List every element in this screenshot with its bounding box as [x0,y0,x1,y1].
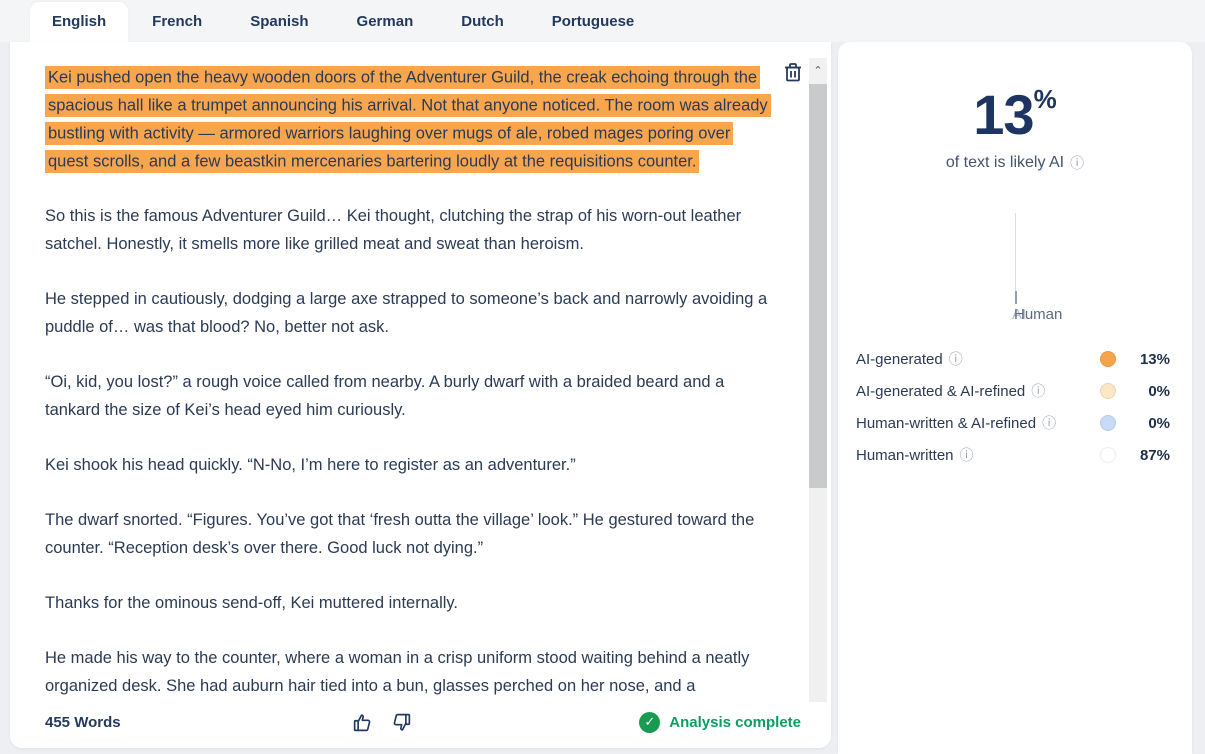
info-icon[interactable]: ⓘ [1070,153,1084,173]
legend-dot-peach [1100,383,1116,399]
scrollbar-up-button[interactable]: ⌃ [809,58,827,82]
legend-label: AI-generated [856,351,943,368]
text-analysis-panel: Kei pushed open the heavy wooden doors o… [10,42,831,748]
info-icon[interactable]: ⓘ [960,445,974,465]
tab-german[interactable]: German [333,2,438,42]
legend-value: 87% [1128,447,1170,464]
legend-row-ai-generated-ai-refined: AI-generated & AI-refined ⓘ 0% [856,375,1170,407]
ai-score-value: 13 [973,83,1033,146]
language-tabbar: English French Spanish German Dutch Port… [0,0,1205,42]
thumbs-up-icon [352,712,373,733]
legend-label: Human-written & AI-refined [856,415,1036,432]
legend-label: AI-generated & AI-refined [856,383,1025,400]
legend-dot-orange [1100,351,1116,367]
thumbs-down-button[interactable] [391,712,412,733]
editor-footer: 455 Words ✓ A [10,702,831,748]
legend-dot-white [1100,447,1116,463]
thumbs-down-icon [391,712,412,733]
info-icon[interactable]: ⓘ [949,349,963,369]
legend-row-human-written-ai-refined: Human-written & AI-refined ⓘ 0% [856,407,1170,439]
thumbs-up-button[interactable] [352,712,373,733]
chevron-up-icon: ⌃ [813,64,822,77]
detection-legend: AI-generated ⓘ 13% AI-generated & AI-ref… [838,343,1192,471]
check-circle-icon: ✓ [639,712,660,733]
tab-english[interactable]: English [30,2,128,42]
info-icon[interactable]: ⓘ [1042,413,1056,433]
scrollbar-thumb[interactable] [809,84,827,488]
ai-score-caption: of text is likely AI [946,154,1064,172]
scale-tick [1015,291,1017,304]
legend-value: 0% [1128,383,1170,400]
paragraph[interactable]: Kei shook his head quickly. “N-No, I’m h… [45,451,775,479]
tab-french[interactable]: French [128,2,226,42]
trash-icon [784,62,802,82]
paragraph[interactable]: Thanks for the ominous send-off, Kei mut… [45,589,775,617]
info-icon[interactable]: ⓘ [1031,381,1045,401]
paragraph-highlighted-ai[interactable]: Kei pushed open the heavy wooden doors o… [45,63,775,175]
legend-row-ai-generated: AI-generated ⓘ 13% [856,343,1170,375]
tab-dutch[interactable]: Dutch [437,2,528,42]
ai-highlight-span[interactable]: Kei pushed open the heavy wooden doors o… [45,66,771,173]
tab-portuguese[interactable]: Portuguese [528,2,659,42]
analyzed-text-area[interactable]: Kei pushed open the heavy wooden doors o… [10,42,785,704]
paragraph[interactable]: He stepped in cautiously, dodging a larg… [45,285,775,341]
analysis-status-text: Analysis complete [669,714,801,731]
analysis-status: ✓ Analysis complete [639,712,801,733]
word-count: 455 Words [45,714,121,731]
paragraph[interactable]: He made his way to the counter, where a … [45,644,775,700]
scale-line [1015,213,1016,291]
legend-dot-blue [1100,415,1116,431]
ai-detection-results-panel: 13% of text is likely AI ⓘ AI Human AI-g… [838,42,1192,754]
ai-human-scale: AI Human [838,201,1192,331]
ai-score-block: 13% of text is likely AI ⓘ [838,82,1192,173]
legend-value: 13% [1128,351,1170,368]
legend-value: 0% [1128,415,1170,432]
tab-spanish[interactable]: Spanish [226,2,332,42]
paragraph[interactable]: “Oi, kid, you lost?” a rough voice calle… [45,368,775,424]
editor-scrollbar[interactable]: ⌃ [809,58,827,711]
ai-score-percent-sign: % [1034,84,1057,114]
scale-label-human: Human [1014,306,1062,323]
delete-text-button[interactable] [783,61,803,83]
legend-label: Human-written [856,447,954,464]
paragraph[interactable]: So this is the famous Adventurer Guild… … [45,202,775,258]
legend-row-human-written: Human-written ⓘ 87% [856,439,1170,471]
paragraph[interactable]: The dwarf snorted. “Figures. You’ve got … [45,506,775,562]
